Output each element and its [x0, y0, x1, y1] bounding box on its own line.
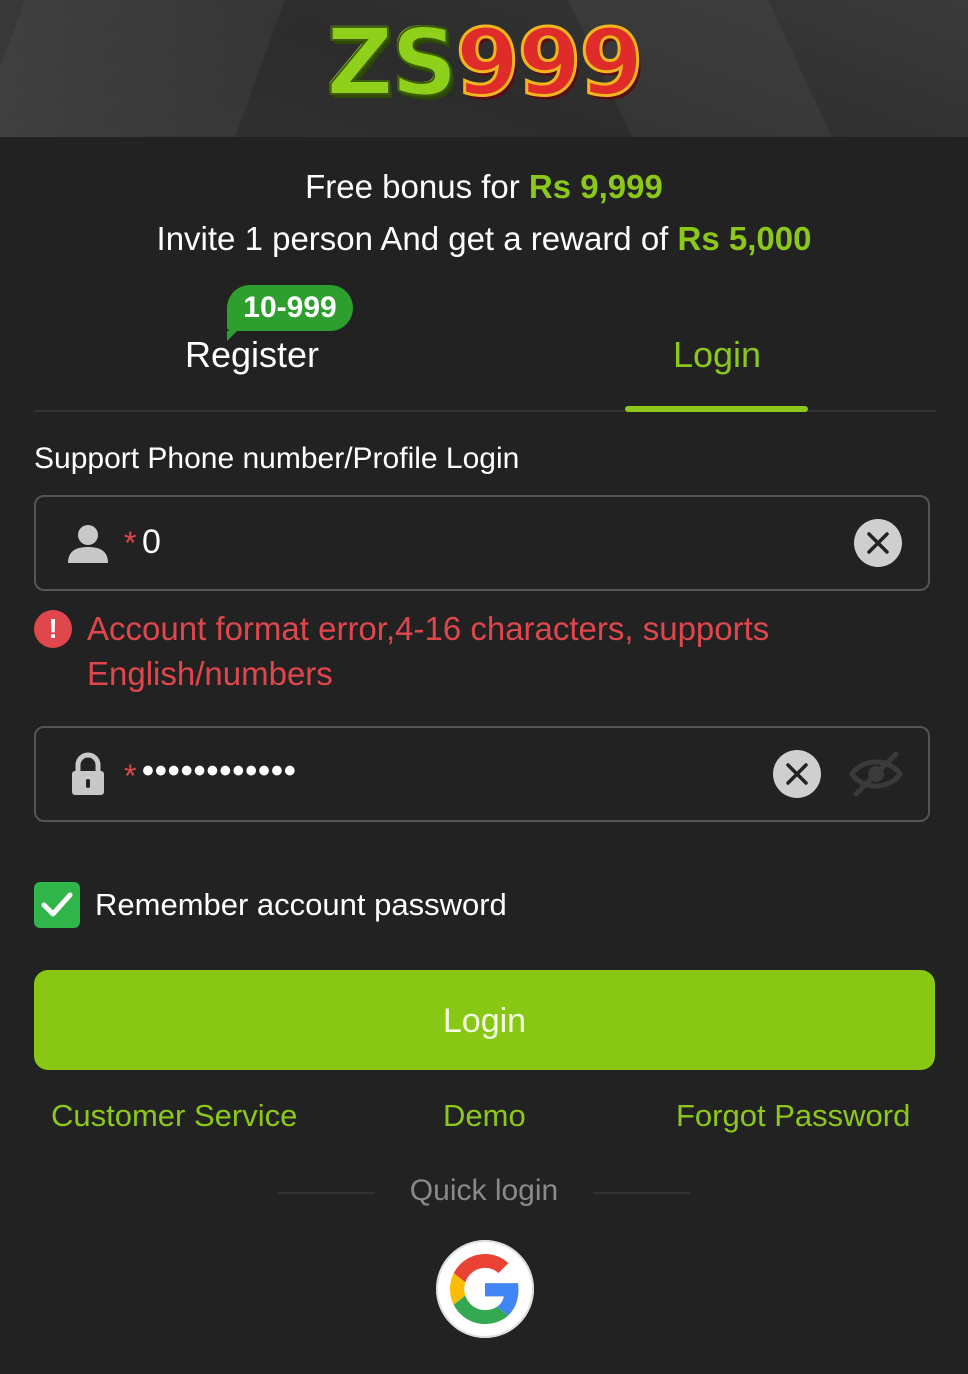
register-bonus-badge: 10-999	[227, 285, 353, 341]
demo-link[interactable]: Demo	[443, 1098, 526, 1134]
app-logo: ZS999	[0, 8, 968, 118]
eye-off-icon[interactable]	[848, 748, 904, 800]
clear-password-button[interactable]	[773, 750, 821, 798]
logo-text-zs: ZS	[325, 8, 458, 117]
logo-text-999: 999	[454, 8, 645, 118]
tab-login[interactable]: Login	[626, 334, 808, 376]
password-value[interactable]: ••••••••••••	[142, 752, 297, 791]
close-icon	[786, 763, 808, 785]
promo-invite-text: Invite 1 person And get a reward of	[156, 220, 678, 257]
account-input[interactable]: * 0	[34, 495, 930, 591]
active-tab-indicator	[625, 406, 808, 412]
clear-account-button[interactable]	[854, 519, 902, 567]
remember-label: Remember account password	[95, 887, 507, 922]
lock-icon	[66, 752, 110, 796]
google-login-button[interactable]	[436, 1240, 534, 1338]
google-icon	[450, 1254, 519, 1324]
customer-service-link[interactable]: Customer Service	[51, 1098, 297, 1134]
promo-bonus: Free bonus for Rs 9,999	[0, 168, 968, 206]
login-button[interactable]: Login	[34, 970, 935, 1070]
error-icon: !	[34, 610, 72, 648]
promo-bonus-text: Free bonus for	[305, 168, 529, 205]
header-banner: ZS999	[0, 0, 968, 137]
account-field-label: Support Phone number/Profile Login	[34, 442, 520, 475]
promo-bonus-amount: Rs 9,999	[528, 168, 663, 205]
password-input[interactable]: * ••••••••••••	[34, 726, 930, 822]
forgot-password-link[interactable]: Forgot Password	[676, 1098, 910, 1134]
remember-checkbox[interactable]	[34, 882, 80, 928]
login-page: ZS999 Free bonus for Rs 9,999 Invite 1 p…	[0, 0, 968, 1374]
required-mark: *	[124, 758, 137, 794]
promo-invite-amount: Rs 5,000	[677, 220, 812, 257]
user-icon	[66, 521, 110, 565]
quick-login-divider-right	[593, 1192, 691, 1194]
checkmark-icon	[41, 892, 73, 917]
required-mark: *	[124, 525, 137, 561]
error-message: Account format error,4-16 characters, su…	[87, 610, 770, 692]
close-icon	[867, 532, 889, 554]
promo-invite: Invite 1 person And get a reward of Rs 5…	[0, 220, 968, 258]
quick-login-label: Quick login	[409, 1174, 559, 1207]
tab-register[interactable]: Register	[150, 334, 354, 376]
account-value[interactable]: 0	[142, 523, 161, 562]
